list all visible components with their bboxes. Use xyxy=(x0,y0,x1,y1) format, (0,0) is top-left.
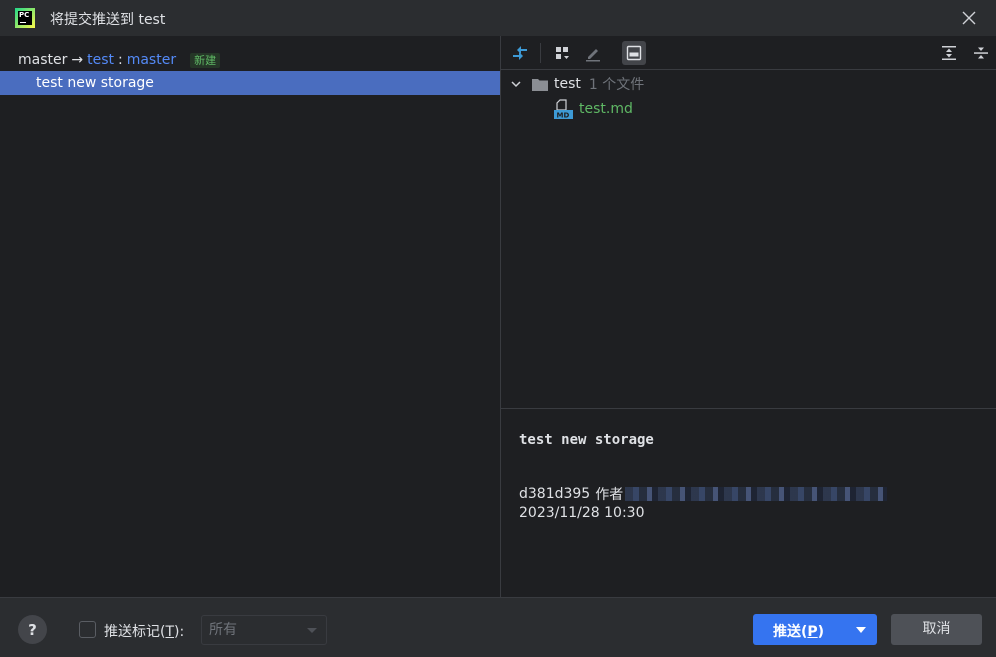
commits-panel: master → test : master 新建 test new stora… xyxy=(0,36,500,597)
logo-text: PC xyxy=(19,11,30,19)
group-by-icon xyxy=(556,47,569,59)
branch-mapping: master → test : master 新建 xyxy=(18,51,221,69)
close-button[interactable] xyxy=(959,8,979,28)
title-bar: PC 将提交推送到 test xyxy=(0,0,996,36)
changes-panel: test 1 个文件 MD test.md test new storage d… xyxy=(501,36,996,597)
pencil-icon xyxy=(586,49,600,62)
redacted-author xyxy=(625,487,888,501)
dialog-footer: ? 推送标记(T): 所有 推送(P) 取消 xyxy=(0,597,996,657)
expand-all-icon xyxy=(942,46,956,60)
group-by-button[interactable] xyxy=(550,41,574,65)
svg-text:MD: MD xyxy=(557,111,570,119)
collapse-all-icon xyxy=(974,47,988,59)
help-button[interactable]: ? xyxy=(18,615,47,644)
commit-date: 2023/11/28 10:30 xyxy=(519,505,645,521)
push-options-dropdown-icon[interactable] xyxy=(856,627,866,633)
push-button-label: 推送(P) xyxy=(773,624,825,640)
push-tags-checkbox[interactable] xyxy=(79,621,96,638)
commit-list-item[interactable]: test new storage xyxy=(0,71,500,95)
tree-folder-node[interactable]: test 1 个文件 xyxy=(509,74,644,94)
pycharm-logo-icon: PC xyxy=(15,8,35,28)
commit-hash[interactable]: d381d395 xyxy=(519,486,590,502)
folder-icon xyxy=(532,79,548,91)
author-label: 作者 xyxy=(595,487,624,503)
commit-meta: d381d395 作者 xyxy=(519,484,888,504)
file-name: test.md xyxy=(579,101,633,117)
preview-panel-icon xyxy=(626,45,642,61)
preview-diff-toggle[interactable] xyxy=(622,41,646,65)
close-icon xyxy=(962,11,976,25)
new-branch-badge: 新建 xyxy=(190,52,221,68)
changes-toolbar xyxy=(501,36,996,70)
tree-file-node[interactable]: MD test.md xyxy=(554,99,633,119)
details-divider[interactable] xyxy=(501,408,996,409)
show-diff-button[interactable] xyxy=(508,41,532,65)
file-count: 1 个文件 xyxy=(588,77,645,93)
cancel-button[interactable]: 取消 xyxy=(891,614,982,645)
chevron-down-icon[interactable] xyxy=(509,77,523,91)
remote-name-link[interactable]: test xyxy=(87,52,114,68)
tags-mode-value: 所有 xyxy=(209,622,237,638)
commit-message: test new storage xyxy=(519,432,654,448)
push-button[interactable]: 推送(P) xyxy=(753,614,877,645)
edit-source-button[interactable] xyxy=(581,41,605,65)
tags-mode-select[interactable]: 所有 xyxy=(201,615,327,645)
push-tags-label: 推送标记(T): xyxy=(104,624,185,640)
markdown-file-icon: MD xyxy=(554,99,573,119)
source-branch: master xyxy=(18,52,68,68)
branch-separator: : xyxy=(118,52,123,68)
collapse-all-button[interactable] xyxy=(969,41,993,65)
folder-name: test xyxy=(554,76,581,92)
window-title: 将提交推送到 test xyxy=(50,12,166,28)
compare-arrows-icon xyxy=(513,46,527,60)
arrow-icon: → xyxy=(71,52,84,68)
chevron-down-icon xyxy=(307,628,317,633)
target-branch-link[interactable]: master xyxy=(127,52,176,68)
expand-all-button[interactable] xyxy=(937,41,961,65)
